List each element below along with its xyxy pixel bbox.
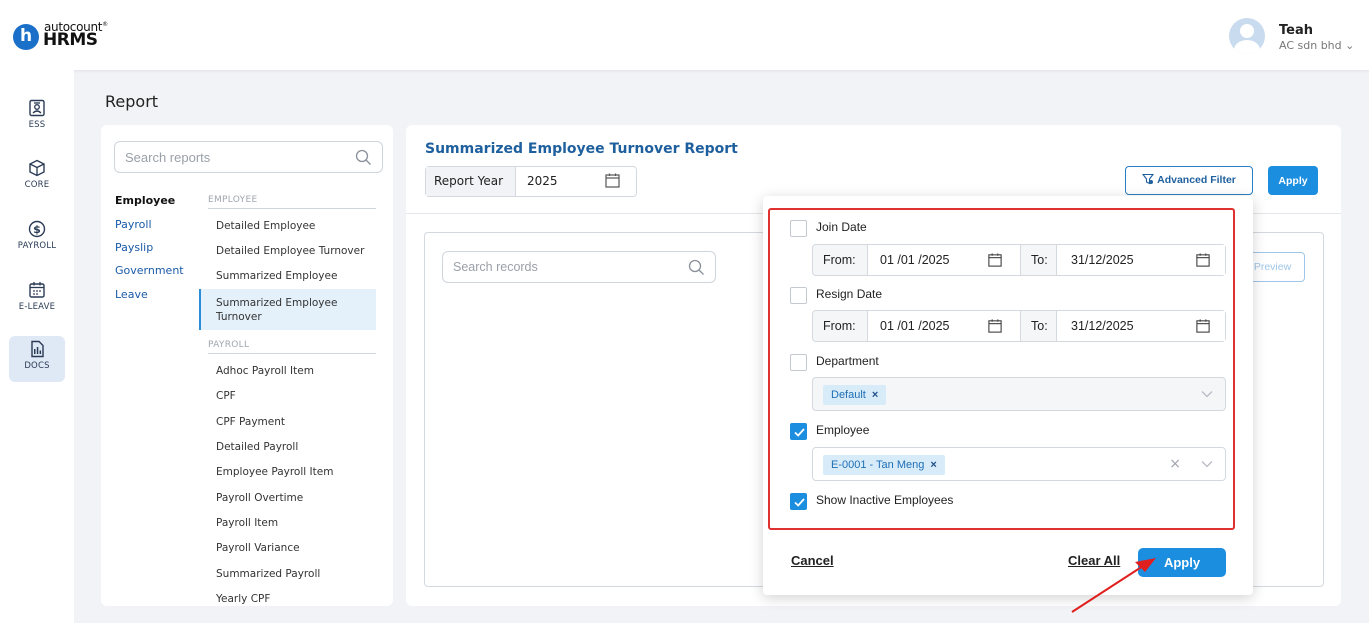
report-year-label: Report Year xyxy=(426,167,516,196)
report-year-field[interactable]: Report Year 2025 xyxy=(425,166,637,197)
apply-button[interactable]: Apply xyxy=(1268,166,1318,195)
search-icon[interactable] xyxy=(355,149,372,166)
rail-label: DOCS xyxy=(24,361,50,371)
svg-text:$: $ xyxy=(33,223,41,236)
filter-icon xyxy=(1141,173,1155,185)
report-item[interactable]: Payroll Variance xyxy=(216,541,376,555)
category-payslip[interactable]: Payslip xyxy=(115,241,153,254)
category-employee[interactable]: Employee xyxy=(115,194,175,207)
cancel-link[interactable]: Cancel xyxy=(791,553,834,568)
highlight-frame xyxy=(768,208,1235,530)
app-header xyxy=(0,0,1369,70)
advanced-filter-button[interactable]: Advanced Filter xyxy=(1125,166,1253,195)
report-item[interactable]: Detailed Employee xyxy=(216,219,376,233)
rail-item-ess[interactable]: ESS xyxy=(9,95,65,141)
rail-item-payroll[interactable]: $ PAYROLL xyxy=(9,216,65,262)
rail-item-core[interactable]: CORE xyxy=(9,155,65,201)
company-switcher[interactable]: AC sdn bhd ⌄ xyxy=(1279,39,1354,52)
rail-label: CORE xyxy=(24,180,50,190)
rail-label: PAYROLL xyxy=(17,241,57,251)
report-title: Summarized Employee Turnover Report xyxy=(425,141,738,157)
cube-icon xyxy=(29,159,45,177)
report-item[interactable]: CPF Payment xyxy=(216,415,376,429)
annotation-arrow-icon xyxy=(1071,558,1156,613)
section-heading-employee: EMPLOYEE xyxy=(208,195,376,209)
advanced-filter-label: Advanced Filter xyxy=(1157,174,1236,186)
search-icon[interactable] xyxy=(688,259,705,276)
user-name[interactable]: Teah xyxy=(1279,23,1313,38)
logo-reg-mark: ® xyxy=(102,21,108,28)
category-government[interactable]: Government xyxy=(115,264,184,277)
rail-label: ESS xyxy=(28,120,46,130)
logo-mark: h xyxy=(13,24,39,50)
report-item[interactable]: Summarized Payroll xyxy=(216,567,376,581)
report-item[interactable]: Adhoc Payroll Item xyxy=(216,364,376,378)
report-year-value[interactable]: 2025 xyxy=(527,174,558,188)
category-payroll[interactable]: Payroll xyxy=(115,218,152,231)
calendar-icon xyxy=(29,282,45,298)
left-rail: ESS CORE $ PAYROLL E-LEAVE DOCS xyxy=(0,70,74,623)
report-item[interactable]: CPF xyxy=(216,389,376,403)
report-search-box[interactable] xyxy=(114,141,383,173)
report-item[interactable]: Detailed Payroll xyxy=(216,440,376,454)
report-item-active[interactable]: Summarized Employee Turnover xyxy=(216,296,356,324)
section-heading-payroll: PAYROLL xyxy=(208,340,376,354)
logo-hrms: HRMS xyxy=(43,30,98,50)
chevron-down-icon: ⌄ xyxy=(1345,39,1355,52)
id-card-icon xyxy=(29,99,45,117)
calendar-icon[interactable] xyxy=(604,172,621,189)
report-item[interactable]: Employee Payroll Item xyxy=(216,465,376,479)
rail-item-eleave[interactable]: E-LEAVE xyxy=(9,277,65,323)
report-item[interactable]: Detailed Employee Turnover xyxy=(216,244,376,258)
report-item[interactable]: Summarized Employee xyxy=(216,269,376,283)
records-search-input[interactable] xyxy=(443,252,673,282)
rail-item-docs[interactable]: DOCS xyxy=(9,336,65,382)
dollar-coin-icon: $ xyxy=(28,220,46,238)
report-search-input[interactable] xyxy=(115,142,345,172)
report-item[interactable]: Payroll Overtime xyxy=(216,491,376,505)
category-leave[interactable]: Leave xyxy=(115,288,148,301)
user-avatar[interactable] xyxy=(1229,18,1265,54)
records-search-box[interactable] xyxy=(442,251,716,283)
rail-label: E-LEAVE xyxy=(18,302,56,312)
page-title: Report xyxy=(105,92,159,111)
report-item[interactable]: Payroll Item xyxy=(216,516,376,530)
report-doc-icon xyxy=(31,340,44,358)
company-name: AC sdn bhd xyxy=(1279,39,1342,52)
report-item[interactable]: Yearly CPF xyxy=(216,592,376,606)
